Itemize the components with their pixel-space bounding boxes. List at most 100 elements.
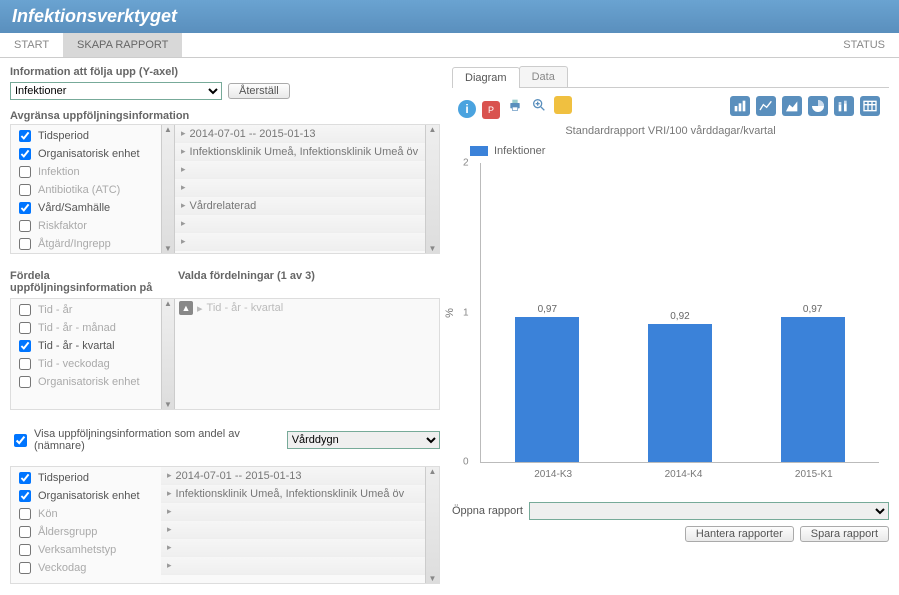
avgransa-row-2: Infektion xyxy=(15,163,157,181)
avgransa-value-6[interactable]: ▸ xyxy=(175,233,425,251)
avgransa-value-3[interactable]: ▸ xyxy=(175,179,425,197)
avgransa-value-4[interactable]: ▸Vårdrelaterad xyxy=(175,197,425,215)
filter2-scroll[interactable]: ▲▼ xyxy=(425,467,439,583)
andel-checkbox[interactable] xyxy=(14,434,27,447)
chart-area-icon[interactable] xyxy=(782,96,802,116)
avgransa-check-4[interactable] xyxy=(19,202,31,214)
avgransa-check-0[interactable] xyxy=(19,130,31,142)
app-header: Infektionsverktyget xyxy=(0,0,899,33)
avgransa-check-6[interactable] xyxy=(19,238,31,250)
bar-rect xyxy=(648,324,712,462)
avgransa-scroll-right[interactable]: ▲▼ xyxy=(425,125,439,253)
tab-start[interactable]: START xyxy=(0,33,63,57)
chart-stacked-icon[interactable] xyxy=(834,96,854,116)
fordela-scroll[interactable]: ▲▼ xyxy=(161,299,175,409)
avgransa-check-5[interactable] xyxy=(19,220,31,232)
bar-2015-K1: 0,97 xyxy=(781,304,845,463)
fordela-check-3[interactable] xyxy=(19,358,31,370)
avgransa-value-0[interactable]: ▸2014-07-01 -- 2015-01-13 xyxy=(175,125,425,143)
expand-icon: ▸ xyxy=(167,506,172,517)
andel-label: Visa uppföljningsinformation som andel a… xyxy=(34,428,283,452)
spara-rapport-button[interactable]: Spara rapport xyxy=(800,526,889,542)
avgransa-label: Organisatorisk enhet xyxy=(38,148,140,160)
fordela-label: Tid - år xyxy=(38,304,72,316)
filter2-check-3[interactable] xyxy=(19,526,31,538)
chart-pie-icon[interactable] xyxy=(808,96,828,116)
filter2-value-5[interactable]: ▸ xyxy=(161,557,425,575)
filter2-value-0[interactable]: ▸2014-07-01 -- 2015-01-13 xyxy=(161,467,425,485)
fordela-label: Tid - år - månad xyxy=(38,322,116,334)
valda-hint: Tid - år - kvartal xyxy=(207,302,284,314)
avgransa-check-1[interactable] xyxy=(19,148,31,160)
y-axis-label: % xyxy=(444,308,456,318)
x-tick: 2014-K4 xyxy=(665,469,703,480)
avgransa-row-5: Riskfaktor xyxy=(15,217,157,235)
avgransa-scroll-left[interactable]: ▲▼ xyxy=(161,125,175,253)
fordela-check-2[interactable] xyxy=(19,340,31,352)
x-axis-ticks: 2014-K32014-K42015-K1 xyxy=(488,469,879,480)
expand-icon: ▸ xyxy=(167,560,172,571)
filter2-row-3: Åldersgrupp xyxy=(15,523,157,541)
hantera-rapporter-button[interactable]: Hantera rapporter xyxy=(685,526,794,542)
filter2-value-1[interactable]: ▸Infektionsklinik Umeå, Infektionsklinik… xyxy=(161,485,425,503)
tab-skapa-rapport[interactable]: SKAPA RAPPORT xyxy=(63,33,182,57)
avgransa-row-6: Åtgärd/Ingrepp xyxy=(15,235,157,253)
fordela-check-4[interactable] xyxy=(19,376,31,388)
chart-table-icon[interactable] xyxy=(860,96,880,116)
zoom-icon[interactable] xyxy=(530,96,548,114)
subtab-data[interactable]: Data xyxy=(519,66,568,87)
filter2-check-5[interactable] xyxy=(19,562,31,574)
expand-icon: ▸ xyxy=(181,164,186,175)
avgransa-row-0: Tidsperiod xyxy=(15,127,157,145)
tab-status[interactable]: STATUS xyxy=(829,33,899,57)
bar-rect xyxy=(781,317,845,463)
toolbar-left: i P xyxy=(458,96,575,119)
reset-button[interactable]: Återställ xyxy=(228,83,290,99)
open-report-select[interactable] xyxy=(529,502,889,520)
collapse-icon[interactable]: ▲ xyxy=(179,301,193,315)
chart-bar-icon[interactable] xyxy=(730,96,750,116)
chart-legend: Infektioner xyxy=(452,145,889,157)
filter2-label: Verksamhetstyp xyxy=(38,544,116,556)
expand-icon: ▸ xyxy=(181,182,186,193)
avgransa-check-2[interactable] xyxy=(19,166,31,178)
yaxis-select[interactable]: Infektioner xyxy=(10,82,222,100)
filter2-value-2[interactable]: ▸ xyxy=(161,503,425,521)
avgransa-check-3[interactable] xyxy=(19,184,31,196)
bar-value-label: 0,97 xyxy=(803,304,822,315)
namnare-select[interactable]: Vårddygn xyxy=(287,431,440,449)
avgransa-row-1: Organisatorisk enhet xyxy=(15,145,157,163)
filter2-value-4[interactable]: ▸ xyxy=(161,539,425,557)
filter2-check-2[interactable] xyxy=(19,508,31,520)
fordela-row-3: Tid - veckodag xyxy=(15,355,157,373)
filter2-row-1: Organisatorisk enhet xyxy=(15,487,157,505)
expand-icon: ▸ xyxy=(181,236,186,247)
avgransa-value-1[interactable]: ▸Infektionsklinik Umeå, Infektionsklinik… xyxy=(175,143,425,161)
fordela-label: Tid - år - kvartal xyxy=(38,340,115,352)
bar-2014-K4: 0,92 xyxy=(648,311,712,462)
filter2-grid: TidsperiodOrganisatorisk enhetKönÅldersg… xyxy=(10,466,440,584)
y-tick: 0 xyxy=(463,457,469,468)
filter2-row-2: Kön xyxy=(15,505,157,523)
filter2-row-4: Verksamhetstyp xyxy=(15,541,157,559)
chart-title: Standardrapport VRI/100 vårddagar/kvarta… xyxy=(452,125,889,137)
fordela-check-0[interactable] xyxy=(19,304,31,316)
subtab-diagram[interactable]: Diagram xyxy=(452,67,520,88)
filter2-value-3[interactable]: ▸ xyxy=(161,521,425,539)
folder-icon[interactable] xyxy=(554,96,572,114)
fordela-grid: Tid - år Tid - år - månad Tid - år - kvart… xyxy=(10,298,440,410)
filter2-check-0[interactable] xyxy=(19,472,31,484)
chart-line-icon[interactable] xyxy=(756,96,776,116)
filter2-check-1[interactable] xyxy=(19,490,31,502)
avgransa-label: Tidsperiod xyxy=(38,130,89,142)
bar-rect xyxy=(515,317,579,463)
fordela-check-1[interactable] xyxy=(19,322,31,334)
info-icon[interactable]: i xyxy=(458,100,476,118)
avgransa-value-2[interactable]: ▸ xyxy=(175,161,425,179)
print-icon[interactable] xyxy=(506,96,524,114)
expand-icon: ▸ xyxy=(181,146,186,157)
powerpoint-icon[interactable]: P xyxy=(482,101,500,119)
filter2-check-4[interactable] xyxy=(19,544,31,556)
avgransa-value-5[interactable]: ▸ xyxy=(175,215,425,233)
avgransa-label: Riskfaktor xyxy=(38,220,87,232)
